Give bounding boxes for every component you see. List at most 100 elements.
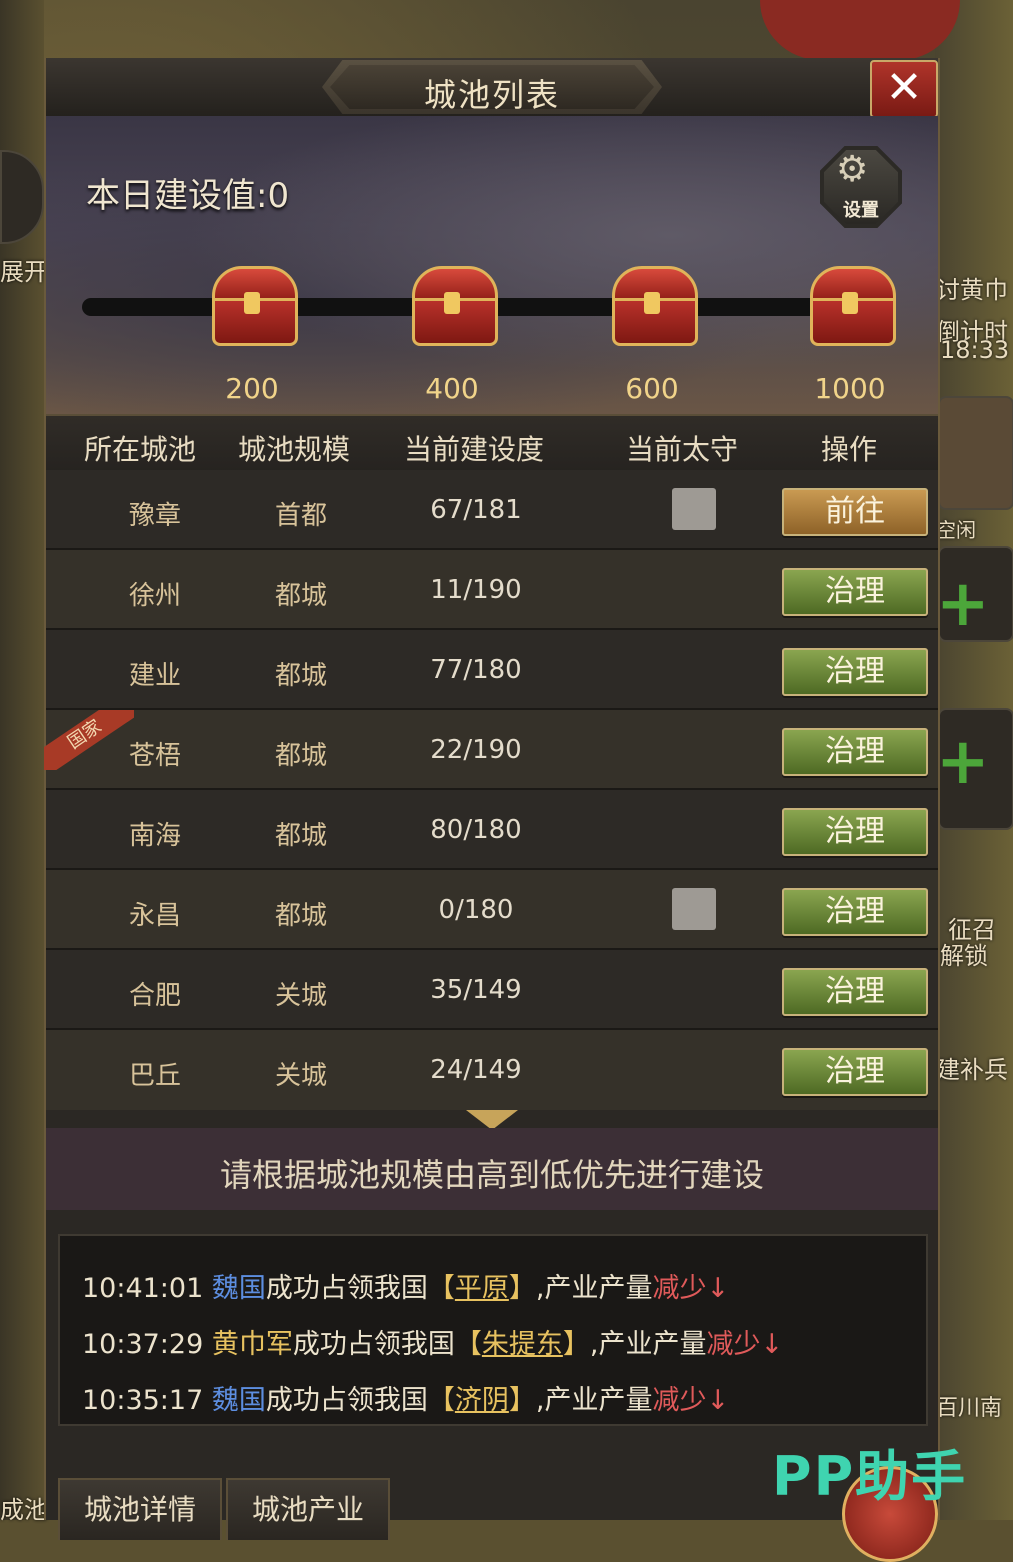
plus-icon: + xyxy=(936,567,990,641)
log-entry: 10:37:29 黄巾军成功占领我国【朱提东】,产业产量减少↓ xyxy=(82,1322,783,1361)
log-entry: 10:35:17 魏国成功占领我国【济阴】,产业产量减少↓ xyxy=(82,1378,729,1417)
manage-button[interactable]: 治理 xyxy=(782,1048,928,1096)
log-place-link[interactable]: 平原 xyxy=(455,1273,509,1304)
table-row: 豫章 首都 67/181 前往 xyxy=(46,470,938,550)
table-row: 徐州 都城 11/190 治理 xyxy=(46,550,938,630)
city-scale: 都城 xyxy=(274,821,327,851)
city-progress: 67/181 xyxy=(430,495,522,525)
milestone-label: 600 xyxy=(625,372,679,405)
city-progress: 35/149 xyxy=(430,975,522,1005)
log-place-link[interactable]: 济阴 xyxy=(455,1385,509,1416)
right-idle-label: 空闲 xyxy=(936,518,976,542)
city-scale: 首都 xyxy=(274,501,327,531)
city-progress: 77/180 xyxy=(430,655,522,685)
manage-button[interactable]: 治理 xyxy=(782,968,928,1016)
city-name: 建业 xyxy=(128,661,181,691)
city-scale: 关城 xyxy=(274,981,327,1011)
reward-chest-600[interactable] xyxy=(606,266,698,346)
log-text: 成功占领我国 xyxy=(265,1385,428,1416)
header-action: 操作 xyxy=(820,433,877,466)
log-text: 成功占领我国 xyxy=(292,1329,455,1360)
header-scale: 城池规模 xyxy=(237,433,350,466)
log-entry: 10:41:01 魏国成功占领我国【平原】,产业产量减少↓ xyxy=(82,1266,729,1305)
lock-icon xyxy=(244,292,260,314)
city-name: 豫章 xyxy=(128,501,181,531)
table-row: 建业 都城 77/180 治理 xyxy=(46,630,938,710)
city-progress: 0/180 xyxy=(438,895,514,925)
city-list-dialog: 城池列表 ✕ 本日建设值:0 ⚙ 设置 200 400 600 1000 所在城… xyxy=(44,58,940,1540)
city-progress: 22/190 xyxy=(430,735,522,765)
log-place-link[interactable]: 朱提东 xyxy=(482,1329,563,1360)
dialog-title: 城池列表 xyxy=(423,76,560,114)
log-time: 10:41:01 xyxy=(82,1273,204,1304)
general-portrait[interactable] xyxy=(938,396,1013,510)
scroll-down-chevron-icon[interactable] xyxy=(466,1110,518,1130)
milestone-label: 200 xyxy=(225,372,279,405)
tab-city-details[interactable]: 城池详情 xyxy=(58,1478,222,1540)
milestone-label: 1000 xyxy=(814,372,886,405)
city-progress: 80/180 xyxy=(430,815,522,845)
priority-hint: 请根据城池规模由高到低优先进行建设 xyxy=(219,1156,764,1194)
event-log: 10:41:01 魏国成功占领我国【平原】,产业产量减少↓ 10:37:29 黄… xyxy=(58,1234,928,1426)
log-text: ,产业产量 xyxy=(535,1273,653,1304)
log-effect: 减少↓ xyxy=(652,1273,730,1304)
right-event-label: 讨黄巾 xyxy=(936,276,1008,304)
city-progress: 11/190 xyxy=(430,575,522,605)
log-bracket: 【 xyxy=(454,1329,482,1360)
log-bracket: 】 xyxy=(508,1273,536,1304)
header-city: 所在城池 xyxy=(83,433,196,466)
city-scale: 都城 xyxy=(274,741,327,771)
log-text: ,产业产量 xyxy=(589,1329,707,1360)
manage-button[interactable]: 治理 xyxy=(782,728,928,776)
log-time: 10:37:29 xyxy=(82,1329,204,1360)
log-effect: 减少↓ xyxy=(652,1385,730,1416)
log-bracket: 【 xyxy=(427,1273,455,1304)
table-row: 国家 苍梧 都城 22/190 治理 xyxy=(44,710,938,790)
lock-icon xyxy=(644,292,660,314)
city-scale: 关城 xyxy=(274,1061,327,1091)
expand-label: 展开 xyxy=(0,258,48,286)
header-governor: 当前太守 xyxy=(625,433,738,466)
manage-button[interactable]: 治理 xyxy=(782,808,928,856)
city-name: 永昌 xyxy=(128,901,181,931)
header-progress: 当前建设度 xyxy=(403,433,544,466)
city-scale: 都城 xyxy=(274,901,327,931)
manage-button[interactable]: 治理 xyxy=(782,888,928,936)
goto-button[interactable]: 前往 xyxy=(782,488,928,536)
right-unlock-label-2: 解锁 xyxy=(940,942,988,970)
close-button[interactable]: ✕ xyxy=(870,60,938,118)
reward-chest-200[interactable] xyxy=(206,266,298,346)
city-scale: 都城 xyxy=(274,581,327,611)
gear-icon: ⚙ xyxy=(836,149,869,190)
log-actor: 魏国 xyxy=(211,1273,266,1304)
reward-chest-400[interactable] xyxy=(406,266,498,346)
manage-button[interactable]: 治理 xyxy=(782,568,928,616)
minimap[interactable] xyxy=(760,0,960,60)
title-plate: 城池列表 xyxy=(322,60,662,114)
city-name: 徐州 xyxy=(128,581,181,611)
lock-icon xyxy=(842,292,858,314)
log-text: ,产业产量 xyxy=(535,1385,653,1416)
construction-banner: 本日建设值:0 ⚙ 设置 200 400 600 1000 xyxy=(46,116,938,414)
manage-button[interactable]: 治理 xyxy=(782,648,928,696)
governor-avatar[interactable] xyxy=(672,488,716,530)
watermark: PP助手 xyxy=(772,1445,968,1508)
log-effect: 减少↓ xyxy=(706,1329,784,1360)
table-row: 南海 都城 80/180 治理 xyxy=(46,790,938,870)
settings-button[interactable]: ⚙ 设置 xyxy=(820,146,902,228)
city-name: 苍梧 xyxy=(128,741,181,771)
city-name: 南海 xyxy=(128,821,181,851)
table-row: 巴丘 关城 24/149 治理 xyxy=(46,1030,938,1110)
tab-city-industry[interactable]: 城池产业 xyxy=(226,1478,390,1540)
dialog-titlebar: 城池列表 ✕ xyxy=(46,58,938,118)
right-place-label: 百川南 xyxy=(936,1396,1003,1421)
lock-icon xyxy=(444,292,460,314)
priority-hint-bar: 请根据城池规模由高到低优先进行建设 xyxy=(46,1128,938,1210)
city-name: 合肥 xyxy=(128,981,181,1011)
log-actor: 魏国 xyxy=(211,1385,266,1416)
table-row: 合肥 关城 35/149 治理 xyxy=(46,950,938,1030)
milestone-label: 400 xyxy=(425,372,479,405)
reward-chest-1000[interactable] xyxy=(804,266,896,346)
city-scale: 都城 xyxy=(274,661,327,691)
governor-avatar[interactable] xyxy=(672,888,716,930)
